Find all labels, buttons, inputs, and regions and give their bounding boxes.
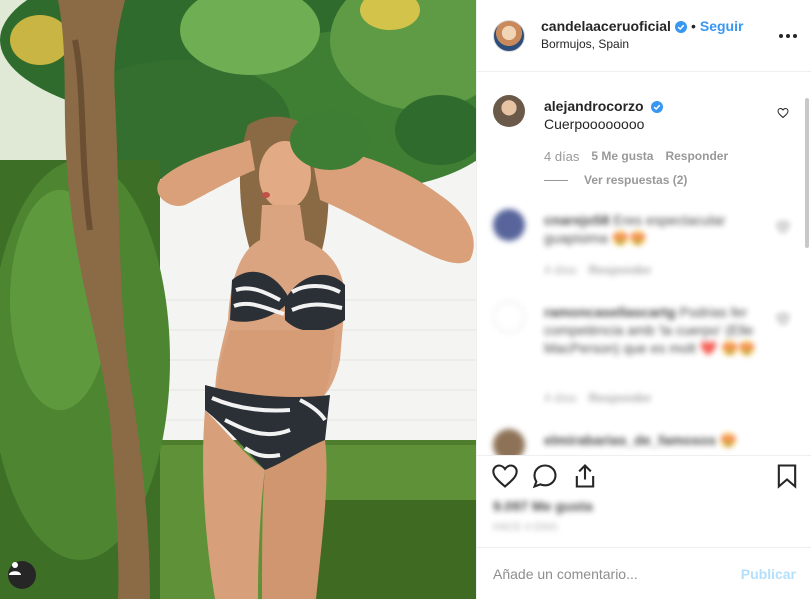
verified-badge-icon [674, 20, 687, 33]
bookmark-icon[interactable] [773, 462, 801, 490]
replies-divider [544, 179, 568, 181]
comment-bubble-icon[interactable] [531, 462, 559, 490]
share-icon[interactable] [571, 462, 599, 490]
comment-username[interactable]: cnarejo58 [544, 212, 609, 228]
comment-meta: 4 días Responder [544, 391, 663, 405]
post-time[interactable]: HACE 4 DÍAS [493, 522, 557, 533]
author-row: candelaaceruoficial • Seguir [541, 18, 743, 35]
comment-item: cnarejo58 Eres espectacular guapisima 😍😍… [493, 209, 793, 289]
comment-body: ramoncasellascartg Podrias fer competènc… [544, 303, 766, 357]
comments-scrollbar[interactable] [805, 98, 809, 248]
post-photo[interactable] [0, 0, 476, 599]
header-separator: • [690, 18, 696, 34]
comment-item: ramoncasellascartg Podrias fer competènc… [493, 301, 793, 411]
reply-button[interactable]: Responder [589, 391, 652, 405]
comment-composer: Publicar [477, 547, 811, 599]
publish-button[interactable]: Publicar [741, 566, 796, 582]
commenter-avatar[interactable] [493, 301, 525, 333]
reply-button[interactable]: Responder [589, 263, 652, 277]
post-location[interactable]: Bormujos, Spain [541, 36, 743, 53]
post-side-panel: candelaaceruoficial • Seguir Bormujos, S… [476, 0, 811, 599]
heart-icon[interactable] [491, 462, 519, 490]
comment-meta: 4 días Responder [544, 263, 663, 277]
comment-input[interactable] [493, 565, 741, 582]
comment-username[interactable]: ramoncasellascartg [544, 304, 676, 320]
comment-time[interactable]: 4 días [544, 149, 579, 164]
comment-time[interactable]: 4 días [544, 263, 577, 277]
likes-count[interactable]: 9.097 Me gusta [493, 498, 593, 514]
comments-list[interactable]: alejandrocorzo Cuerpoooooooo 4 días 5 Me… [477, 73, 807, 455]
comment-text: Cuerpoooooooo [544, 116, 645, 132]
author-info: candelaaceruoficial • Seguir Bormujos, S… [541, 18, 743, 53]
comment-body: alejandrocorzo Cuerpoooooooo [544, 97, 764, 133]
comment-username[interactable]: elmirabarias_de_famosos [544, 432, 716, 448]
comment-username[interactable]: alejandrocorzo [544, 98, 644, 114]
commenter-avatar[interactable] [493, 209, 525, 241]
follow-button[interactable]: Seguir [700, 18, 744, 35]
more-options-button[interactable] [776, 26, 800, 46]
comment-like-icon[interactable] [777, 313, 789, 325]
comment-time[interactable]: 4 días [544, 391, 577, 405]
comment-like-icon[interactable] [777, 221, 789, 233]
comment-meta: 4 días 5 Me gusta Responder [544, 149, 740, 164]
comment-text: 😍 [719, 432, 738, 448]
verified-badge-icon [651, 101, 664, 114]
author-avatar[interactable] [493, 19, 525, 52]
view-replies-label: Ver respuestas (2) [584, 173, 688, 187]
post-header: candelaaceruoficial • Seguir Bormujos, S… [477, 0, 811, 72]
author-username[interactable]: candelaaceruoficial [541, 18, 671, 35]
reply-button[interactable]: Responder [665, 149, 728, 164]
user-tag-button[interactable] [8, 561, 36, 589]
comment-body: cnarejo58 Eres espectacular guapisima 😍😍 [544, 211, 764, 247]
view-replies-button[interactable]: Ver respuestas (2) [544, 173, 687, 187]
commenter-avatar[interactable] [493, 429, 525, 455]
more-options-icon [779, 34, 783, 38]
comment-likes[interactable]: 5 Me gusta [591, 149, 653, 164]
photo-illustration [0, 0, 476, 599]
comment-body: elmirabarias_de_famosos 😍 [544, 431, 764, 449]
user-tag-icon [9, 562, 21, 575]
post-actions: 9.097 Me gusta HACE 4 DÍAS [477, 455, 811, 547]
comment-item: alejandrocorzo Cuerpoooooooo 4 días 5 Me… [493, 95, 793, 195]
comment-like-icon[interactable] [777, 107, 789, 119]
commenter-avatar[interactable] [493, 95, 525, 127]
comment-item: elmirabarias_de_famosos 😍 [493, 429, 793, 455]
